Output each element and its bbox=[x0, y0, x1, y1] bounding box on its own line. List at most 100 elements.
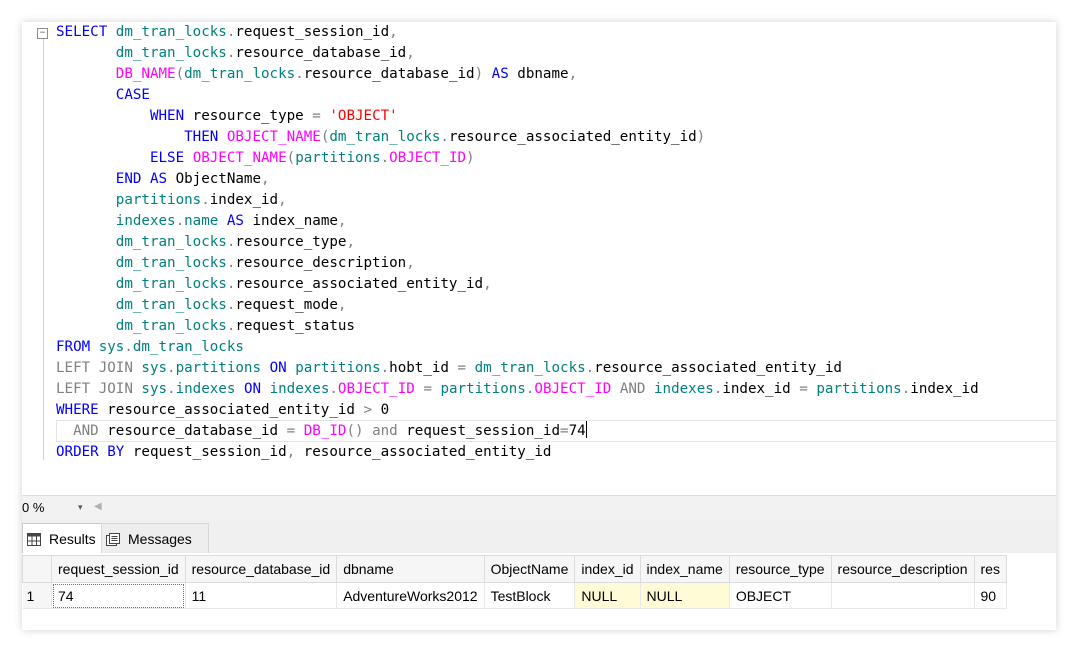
sql-editor[interactable]: − SELECT dm_tran_locks.request_session_i… bbox=[22, 22, 1056, 495]
column-header[interactable]: res bbox=[973, 555, 1007, 583]
column-header[interactable]: index_id bbox=[574, 555, 641, 583]
code-line[interactable]: dm_tran_locks.request_status bbox=[56, 316, 979, 337]
table-cell[interactable]: 74 bbox=[51, 582, 186, 609]
code-token: . bbox=[329, 381, 338, 397]
tab-results[interactable]: Results bbox=[22, 523, 102, 554]
zoom-level[interactable]: 0 % bbox=[22, 500, 44, 515]
code-line[interactable]: END AS ObjectName, bbox=[56, 169, 979, 190]
code-token: partitions bbox=[816, 381, 902, 397]
code-token: ( bbox=[175, 66, 185, 82]
code-line[interactable]: WHERE resource_associated_entity_id > 0 bbox=[56, 400, 979, 421]
grid-corner[interactable] bbox=[22, 555, 52, 583]
code-line[interactable]: THEN OBJECT_NAME(dm_tran_locks.resource_… bbox=[56, 127, 979, 148]
code-line[interactable]: dm_tran_locks.resource_associated_entity… bbox=[56, 274, 979, 295]
column-header[interactable]: ObjectName bbox=[483, 555, 576, 583]
code-token: AND bbox=[73, 423, 99, 439]
column-header[interactable]: resource_description bbox=[830, 555, 975, 583]
code-token: index_name bbox=[243, 213, 338, 229]
code-token: LEFT JOIN bbox=[56, 381, 133, 397]
results-grid[interactable]: request_session_id resource_database_id db… bbox=[22, 553, 1056, 630]
code-line[interactable]: indexes.name AS index_name, bbox=[56, 211, 979, 232]
code-token: dm_tran_locks bbox=[115, 276, 227, 292]
tab-messages-label: Messages bbox=[128, 531, 192, 547]
row-number[interactable]: 1 bbox=[22, 582, 52, 609]
code-token: = bbox=[312, 108, 321, 124]
code-line[interactable]: ORDER BY request_session_id, resource_as… bbox=[56, 442, 979, 463]
table-cell[interactable] bbox=[831, 582, 975, 609]
table-cell[interactable]: TestBlock bbox=[484, 582, 576, 609]
code-token: resource_type bbox=[184, 108, 313, 124]
code-line[interactable]: dm_tran_locks.request_mode, bbox=[56, 295, 979, 316]
table-cell[interactable]: OBJECT bbox=[729, 582, 832, 609]
code-token: SELECT bbox=[56, 24, 116, 40]
scroll-left-icon[interactable]: ◀ bbox=[94, 501, 102, 512]
table-cell[interactable]: AdventureWorks2012 bbox=[336, 582, 485, 609]
code-line[interactable]: LEFT JOIN sys.indexes ON indexes.OBJECT_… bbox=[56, 379, 979, 400]
column-header[interactable]: request_session_id bbox=[51, 555, 186, 583]
code-token: OBJECT_NAME bbox=[192, 150, 287, 166]
collapse-region-icon[interactable]: − bbox=[37, 28, 48, 39]
chevron-down-icon[interactable]: ▾ bbox=[78, 502, 83, 513]
code-token: OBJECT_ID bbox=[534, 381, 612, 397]
table-cell[interactable]: NULL bbox=[640, 582, 730, 609]
table-cell[interactable]: 11 bbox=[185, 582, 338, 609]
sql-code[interactable]: SELECT dm_tran_locks.request_session_id,… bbox=[56, 22, 979, 463]
column-header[interactable]: dbname bbox=[336, 555, 485, 583]
code-token: , bbox=[337, 213, 347, 229]
code-token: dm_tran_locks bbox=[115, 318, 227, 334]
code-token: partitions bbox=[440, 381, 526, 397]
code-line[interactable]: LEFT JOIN sys.partitions ON partitions.h… bbox=[56, 358, 979, 379]
code-token: = bbox=[457, 360, 467, 376]
code-token: resource_associated_entity_id bbox=[295, 444, 552, 460]
code-line[interactable]: FROM sys.dm_tran_locks bbox=[56, 337, 979, 358]
code-token: request_session_id bbox=[235, 24, 390, 40]
code-token: , bbox=[406, 255, 415, 271]
column-header[interactable]: index_name bbox=[639, 555, 730, 583]
table-row[interactable]: 1 74 11 AdventureWorks2012 TestBlock NULL NULL… bbox=[22, 582, 1007, 609]
code-line[interactable]: AND resource_database_id = DB_ID() and r… bbox=[56, 421, 979, 442]
code-line[interactable]: WHEN resource_type = 'OBJECT' bbox=[56, 106, 979, 127]
column-header[interactable]: resource_database_id bbox=[184, 555, 338, 583]
code-token: ON bbox=[243, 381, 262, 397]
tab-messages[interactable]: Messages bbox=[101, 523, 209, 554]
code-token: request_session_id bbox=[124, 444, 287, 460]
code-token: . bbox=[167, 381, 176, 397]
outline-guide bbox=[43, 32, 44, 460]
code-token: AS bbox=[491, 66, 509, 82]
code-token: dm_tran_locks bbox=[115, 255, 227, 271]
code-token: and bbox=[372, 423, 398, 439]
code-token: index_id bbox=[209, 192, 279, 208]
code-token: dm_tran_locks bbox=[184, 66, 296, 82]
table-cell[interactable]: NULL bbox=[574, 582, 641, 609]
column-header[interactable]: resource_type bbox=[728, 555, 832, 583]
code-token: ELSE bbox=[149, 150, 185, 166]
code-token: OBJECT_ID bbox=[337, 381, 415, 397]
code-line[interactable]: DB_NAME(dm_tran_locks.resource_database_… bbox=[56, 64, 979, 85]
table-cell[interactable]: 90 bbox=[974, 582, 1007, 609]
code-line[interactable]: dm_tran_locks.resource_database_id, bbox=[56, 43, 979, 64]
code-token: resource_database_id bbox=[303, 66, 475, 82]
code-token: LEFT JOIN bbox=[56, 360, 133, 376]
code-token: , bbox=[406, 45, 415, 61]
code-token: , bbox=[346, 234, 355, 250]
code-line[interactable]: partitions.index_id, bbox=[56, 190, 979, 211]
code-token: OBJECT_ID bbox=[389, 150, 467, 166]
code-token: ObjectName bbox=[167, 171, 262, 187]
code-token: , bbox=[261, 171, 270, 187]
code-line[interactable]: dm_tran_locks.resource_type, bbox=[56, 232, 979, 253]
code-token: dm_tran_locks bbox=[115, 24, 227, 40]
code-line[interactable]: dm_tran_locks.resource_description, bbox=[56, 253, 979, 274]
code-line[interactable]: ELSE OBJECT_NAME(partitions.OBJECT_ID) bbox=[56, 148, 979, 169]
code-token: partitions bbox=[295, 360, 381, 376]
code-line[interactable]: SELECT dm_tran_locks.request_session_id, bbox=[56, 22, 979, 43]
code-token: 0 bbox=[372, 402, 390, 418]
code-line[interactable]: CASE bbox=[56, 85, 979, 106]
